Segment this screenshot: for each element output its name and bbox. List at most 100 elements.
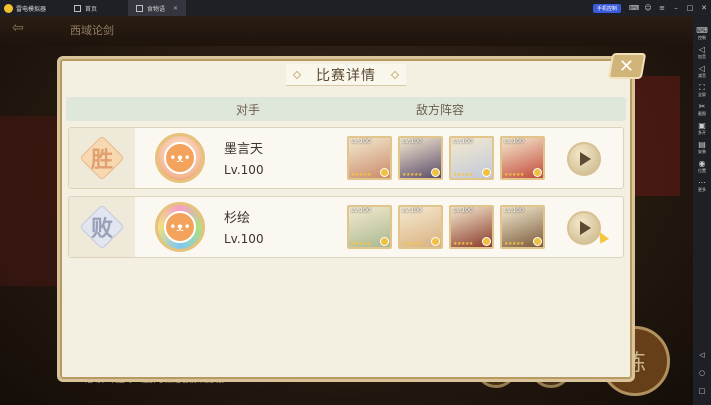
medal-icon <box>482 237 491 246</box>
medal-icon <box>380 237 389 246</box>
hero-level: Lv.100 <box>351 207 371 214</box>
background-title: 西域论剑 <box>70 24 114 37</box>
account-icon[interactable]: ☺ <box>641 4 655 12</box>
hero-card[interactable]: Lv.100 ★★★★★ <box>398 205 443 249</box>
gamepad-icon[interactable]: ⌨ <box>627 4 641 12</box>
background-pillar-left <box>0 116 60 286</box>
result-cell: 败 <box>69 197 135 257</box>
medal-icon <box>482 168 491 177</box>
result-text: 败 <box>90 217 113 242</box>
avatar[interactable]: •ᴥ• <box>155 133 205 183</box>
sidebar-item-keyboard[interactable]: ⌨ 控制 <box>696 26 708 40</box>
opponent-level: Lv.100 <box>224 163 264 177</box>
home-nav-icon[interactable]: ○ <box>699 369 705 377</box>
replay-button[interactable] <box>567 142 601 176</box>
menu-icon[interactable]: ≡ <box>655 4 669 12</box>
hero-level: Lv.100 <box>351 138 371 145</box>
star-rating-icon: ★★★★★ <box>351 241 371 247</box>
fullscreen-icon: ⛶ <box>699 83 705 92</box>
star-rating-icon: ★★★★★ <box>453 172 473 178</box>
dialog-title-plate: 比赛详情 <box>286 64 406 86</box>
minimize-icon[interactable]: – <box>669 4 683 12</box>
tab-game-label: 食物语 <box>147 5 166 13</box>
hero-card[interactable]: Lv.100 ★★★★★ <box>500 136 545 180</box>
dialog-header: 比赛详情 <box>60 59 632 91</box>
cat-avatar-icon: •ᴥ• <box>164 211 196 243</box>
sidebar-item-more[interactable]: ⋯ 更多 <box>698 178 706 192</box>
hero-level: Lv.100 <box>504 138 524 145</box>
enemy-lineup: Lv.100 ★★★★★ Lv.100 ★★★★★ Lv.100 ★★★★★ Lv.100 ★… <box>347 136 545 180</box>
medal-icon <box>533 237 542 246</box>
home-icon <box>74 4 81 12</box>
apk-install-icon: ▤ <box>698 140 706 149</box>
emulator-sidebar: ⌨ 控制 ◁ 加音 ◁ 减音 ⛶ 全屏 ✂ 截图 ▣ 多开 ▤ 安装 ◉ 位置 ⋯ 更多 ◁ ○ … <box>693 16 711 405</box>
play-icon <box>580 221 591 235</box>
ornament-icon <box>292 70 302 80</box>
star-rating-icon: ★★★★★ <box>351 172 371 178</box>
medal-icon <box>380 168 389 177</box>
tab-close-icon[interactable]: ✕ <box>173 5 178 12</box>
sidebar-item-screenshot[interactable]: ✂ 截图 <box>698 102 706 116</box>
hero-card[interactable]: Lv.100 ★★★★★ <box>347 205 392 249</box>
hero-card[interactable]: Lv.100 ★★★★★ <box>449 136 494 180</box>
sidebar-item-multi[interactable]: ▣ 多开 <box>698 121 706 135</box>
recents-nav-icon[interactable]: □ <box>699 387 706 395</box>
app-logo: 雷电模拟器 <box>0 3 66 13</box>
sidebar-item-install[interactable]: ▤ 安装 <box>698 140 706 154</box>
game-viewport: ⇦ 西域论剑 活动，欢迎每一位醉心烹饪者前来挑战。 练 比赛详情 ✕ 对手 敌方… <box>0 16 693 405</box>
close-button[interactable]: ✕ <box>607 53 647 79</box>
android-nav: ◁ ○ □ <box>699 351 706 395</box>
win-badge: 胜 <box>82 138 122 178</box>
dialog-title: 比赛详情 <box>316 67 376 84</box>
result-cell: 胜 <box>69 128 135 188</box>
star-rating-icon: ★★★★★ <box>504 172 524 178</box>
back-arrow-icon[interactable]: ⇦ <box>12 20 24 36</box>
medal-icon <box>533 168 542 177</box>
star-rating-icon: ★★★★★ <box>402 172 422 178</box>
medal-icon <box>431 168 440 177</box>
avatar[interactable]: •ᴥ• <box>155 202 205 252</box>
back-nav-icon[interactable]: ◁ <box>699 351 704 359</box>
star-rating-icon: ★★★★★ <box>504 241 524 247</box>
column-enemy-lineup: 敌方阵容 <box>416 102 465 117</box>
keyboard-icon: ⌨ <box>696 26 708 35</box>
phone-control-button[interactable]: 手机控制 <box>592 3 621 13</box>
scissors-icon: ✂ <box>698 102 706 111</box>
tab-game[interactable]: 食物语 ✕ <box>128 0 186 16</box>
sidebar-item-volume-down[interactable]: ◁ 减音 <box>698 64 706 78</box>
sidebar-item-volume-up[interactable]: ◁ 加音 <box>698 45 706 59</box>
replay-button[interactable] <box>567 211 601 245</box>
match-row: 败 •ᴥ• 杉绘 Lv.100 Lv.100 ★★★★★ Lv.100 ★★★★★ Lv… <box>68 196 624 258</box>
volume-up-icon: ◁ <box>698 45 706 54</box>
ornament-icon <box>390 70 400 80</box>
emulator-titlebar: 雷电模拟器 首页 食物语 ✕ 手机控制 ⌨ ☺ ≡ – □ ✕ <box>0 0 711 16</box>
enemy-lineup: Lv.100 ★★★★★ Lv.100 ★★★★★ Lv.100 ★★★★★ Lv.100 ★… <box>347 205 545 249</box>
hero-level: Lv.100 <box>402 207 422 214</box>
volume-down-icon: ◁ <box>698 64 706 73</box>
hero-level: Lv.100 <box>504 207 524 214</box>
column-opponent: 对手 <box>236 102 261 117</box>
hero-card[interactable]: Lv.100 ★★★★★ <box>398 136 443 180</box>
hero-card[interactable]: Lv.100 ★★★★★ <box>449 205 494 249</box>
opponent-level: Lv.100 <box>224 232 264 246</box>
cat-avatar-icon: •ᴥ• <box>164 142 196 174</box>
tab-home-label: 首页 <box>85 5 98 13</box>
play-icon <box>580 152 591 166</box>
match-details-dialog: 比赛详情 ✕ 对手 敌方阵容 胜 •ᴥ• 墨言天 Lv.100 Lv.100 ★★… <box>57 53 647 382</box>
star-rating-icon: ★★★★★ <box>402 241 422 247</box>
hero-card[interactable]: Lv.100 ★★★★★ <box>347 136 392 180</box>
tab-home[interactable]: 首页 <box>66 0 128 16</box>
multi-instance-icon: ▣ <box>698 121 706 130</box>
close-window-icon[interactable]: ✕ <box>697 4 711 12</box>
match-row: 胜 •ᴥ• 墨言天 Lv.100 Lv.100 ★★★★★ Lv.100 ★★★★★ L… <box>68 127 624 189</box>
sidebar-item-fullscreen[interactable]: ⛶ 全屏 <box>698 83 706 97</box>
opponent-name: 杉绘 <box>224 211 251 226</box>
hero-level: Lv.100 <box>453 207 473 214</box>
hero-card[interactable]: Lv.100 ★★★★★ <box>500 205 545 249</box>
table-header: 对手 敌方阵容 <box>66 97 626 121</box>
hero-level: Lv.100 <box>453 138 473 145</box>
maximize-icon[interactable]: □ <box>683 4 697 12</box>
hero-level: Lv.100 <box>402 138 422 145</box>
sidebar-item-location[interactable]: ◉ 位置 <box>698 159 706 173</box>
ldplayer-logo-icon <box>4 3 13 13</box>
